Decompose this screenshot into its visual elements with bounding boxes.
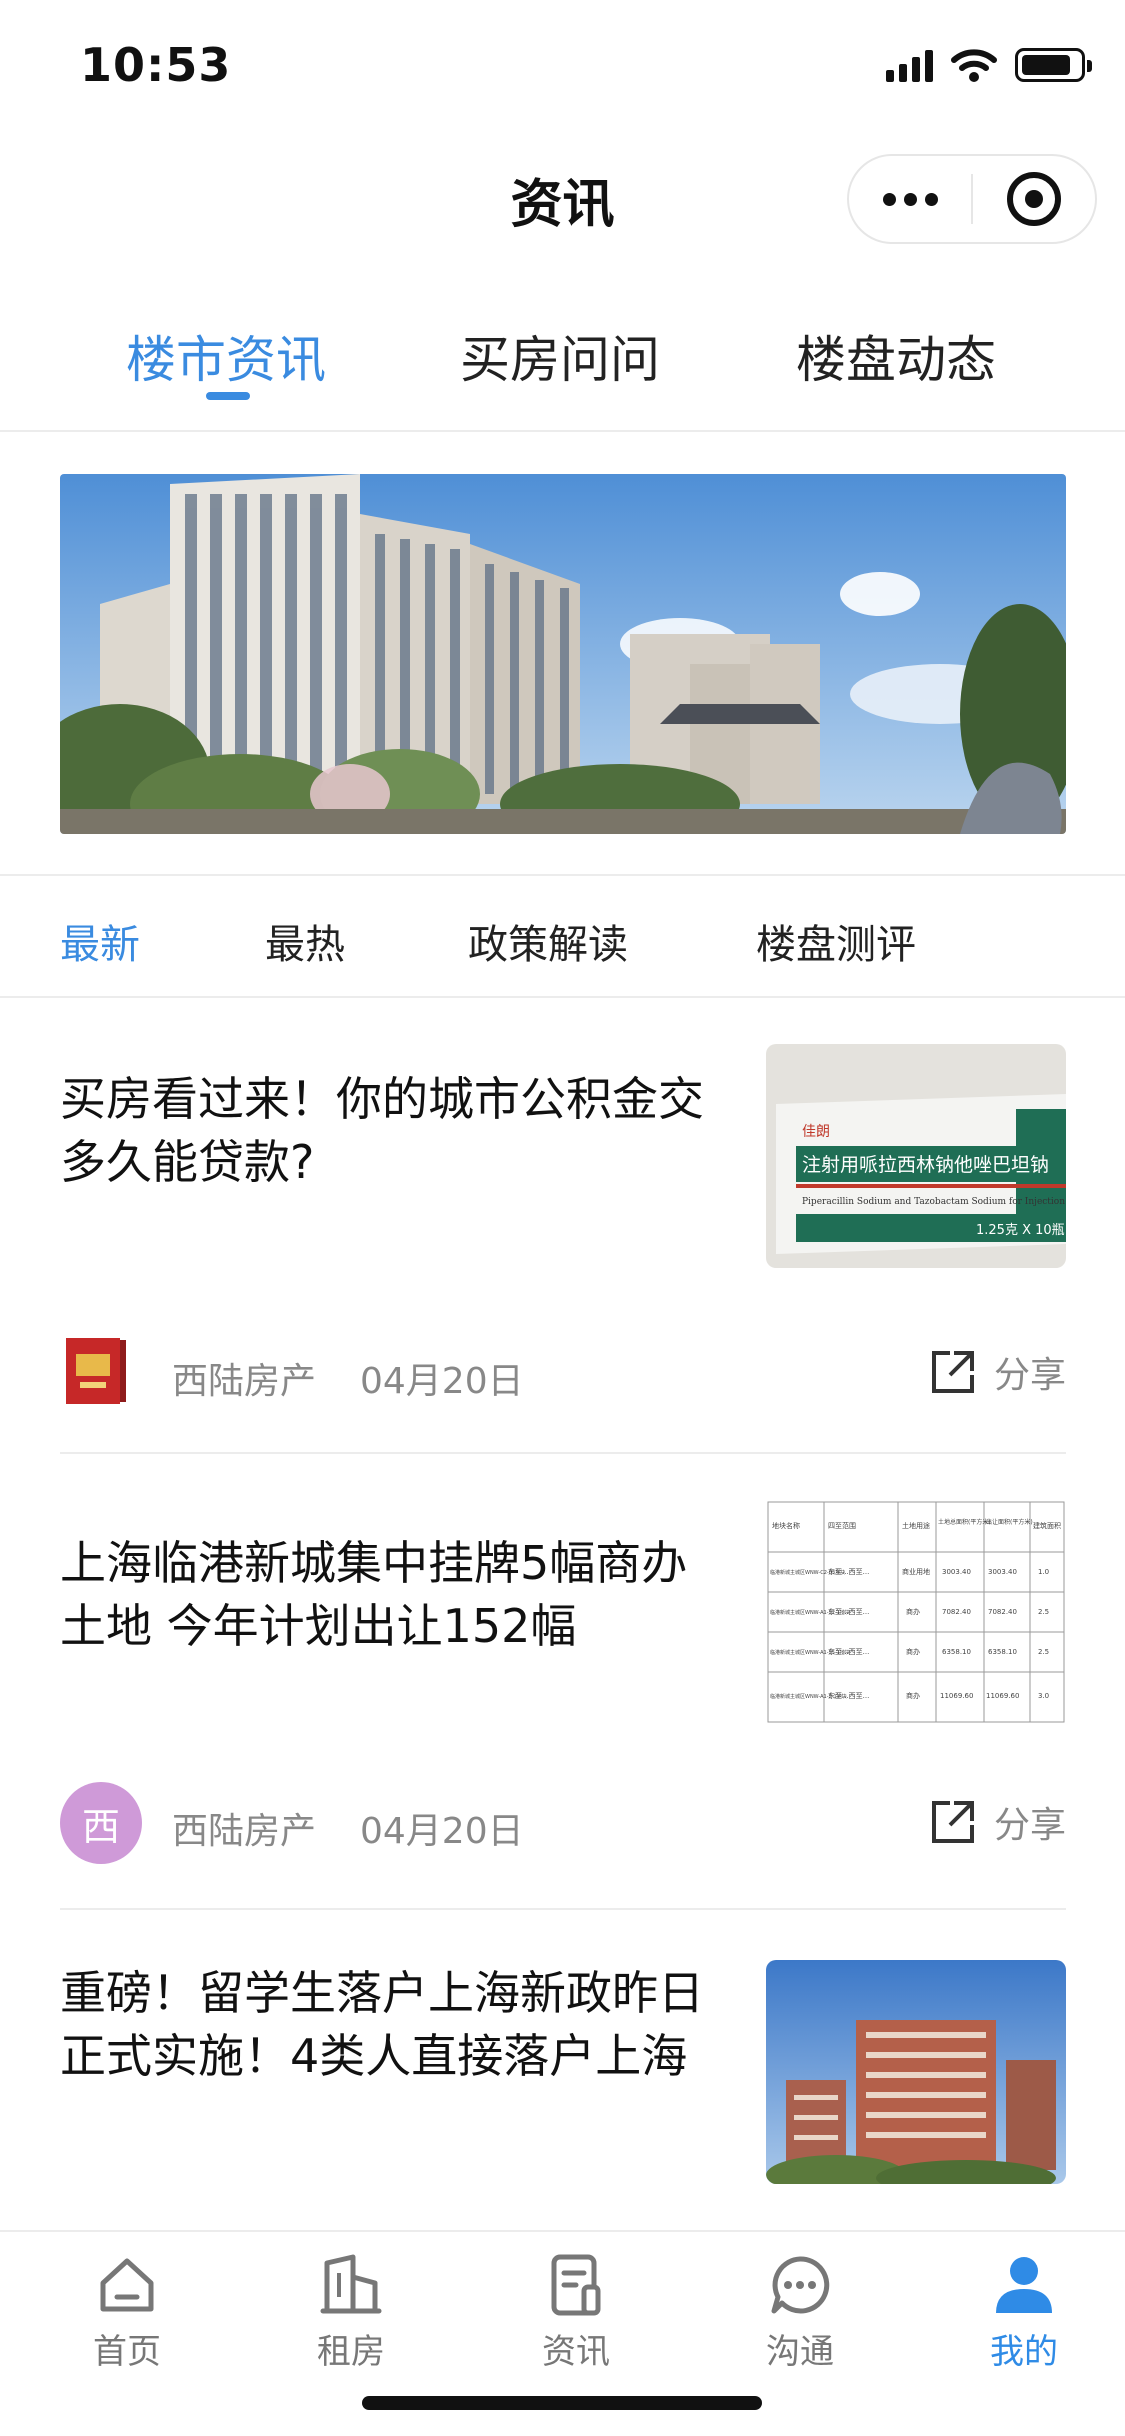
svg-text:3003.40: 3003.40: [942, 1568, 971, 1576]
svg-text:注射用哌拉西林钠他唑巴坦钠: 注射用哌拉西林钠他唑巴坦钠: [802, 1154, 1049, 1176]
tab-chat[interactable]: 沟通: [720, 2250, 880, 2373]
article-divider: [60, 1452, 1066, 1454]
tab-property-updates[interactable]: 楼盘动态: [796, 320, 996, 392]
svg-text:商办: 商办: [906, 1647, 920, 1656]
svg-text:2.5: 2.5: [1038, 1608, 1049, 1616]
battery-icon: [1015, 48, 1092, 82]
tab-home[interactable]: 首页: [47, 2250, 207, 2373]
article-thumbnail[interactable]: 地块名称 四至范围 土地用途 土地总面积(平方米) 出让面积(平方米) 建筑面积…: [766, 1500, 1066, 1724]
svg-text:四至范围: 四至范围: [828, 1521, 856, 1530]
user-icon: [996, 2257, 1052, 2313]
category-tabs: 楼市资讯 买房问问 楼盘动态: [0, 300, 1125, 432]
banner-image[interactable]: [60, 474, 1066, 834]
tab-label: 沟通: [766, 2332, 834, 2372]
svg-text:东至...西至...: 东至...西至...: [828, 1691, 869, 1700]
svg-text:商办: 商办: [906, 1607, 920, 1616]
filter-property-review[interactable]: 楼盘测评: [756, 912, 916, 970]
publish-date: 04月20日: [360, 1811, 524, 1852]
more-options-icon[interactable]: [849, 192, 971, 206]
nav-bar: 资讯: [0, 132, 1125, 262]
share-label: 分享: [993, 1805, 1066, 1846]
author-avatar: [60, 1332, 144, 1416]
residential-towers-image: [60, 474, 1066, 834]
home-indicator: [362, 2396, 762, 2410]
svg-text:2.5: 2.5: [1038, 1648, 1049, 1656]
svg-text:东至...西至...: 东至...西至...: [828, 1567, 869, 1576]
svg-text:6358.10: 6358.10: [942, 1648, 971, 1656]
tab-buying-qa[interactable]: 买房问问: [460, 320, 660, 392]
article-title[interactable]: 买房看过来！你的城市公积金交多久能贷款?: [60, 1068, 720, 1194]
svg-text:1.0: 1.0: [1038, 1568, 1049, 1576]
filter-latest[interactable]: 最新: [60, 912, 140, 970]
article-meta: 西 西陆房产 04月20日 分享: [60, 1782, 1066, 1866]
home-icon: [100, 2258, 154, 2312]
tab-label: 资讯: [542, 2332, 610, 2372]
svg-text:商业用地: 商业用地: [902, 1567, 930, 1576]
filter-policy[interactable]: 政策解读: [468, 912, 628, 970]
tab-mine[interactable]: 我的: [944, 2250, 1104, 2373]
mini-program-capsule: [847, 154, 1097, 244]
tab-news[interactable]: 资讯: [496, 2250, 656, 2373]
cellular-signal-icon: [886, 48, 933, 82]
tab-market-news[interactable]: 楼市资讯: [126, 320, 326, 392]
article-meta: 西陆房产 04月20日 分享: [60, 1332, 1066, 1416]
svg-text:土地总面积(平方米): 土地总面积(平方米): [938, 1518, 991, 1526]
active-tab-indicator: [206, 392, 250, 400]
svg-text:3.0: 3.0: [1038, 1692, 1049, 1700]
svg-text:6358.10: 6358.10: [988, 1648, 1017, 1656]
svg-text:东至...西至...: 东至...西至...: [828, 1607, 869, 1616]
tab-rent[interactable]: 租房: [271, 2250, 431, 2373]
tab-label: 首页: [93, 2332, 161, 2372]
svg-text:11069.60: 11069.60: [940, 1692, 973, 1700]
article-divider: [60, 1908, 1066, 1910]
avatar-initial: 西: [60, 1782, 142, 1864]
close-mini-program-icon[interactable]: [973, 172, 1095, 226]
svg-text:东至...西至...: 东至...西至...: [828, 1647, 869, 1656]
svg-text:1.25克 X 10瓶: 1.25克 X 10瓶: [976, 1223, 1065, 1238]
wifi-icon: [951, 49, 997, 82]
svg-text:土地用途: 土地用途: [902, 1521, 930, 1530]
svg-text:出让面积(平方米): 出让面积(平方米): [986, 1518, 1033, 1526]
author-name: 西陆房产: [172, 1361, 317, 1402]
share-icon: [931, 1801, 974, 1843]
svg-text:佳朗: 佳朗: [802, 1124, 830, 1140]
news-icon: [551, 2254, 601, 2316]
publish-date: 04月20日: [360, 1361, 524, 1402]
share-button[interactable]: 分享: [928, 1346, 1066, 1398]
status-time: 10:53: [80, 38, 232, 92]
author-avatar: 西: [60, 1782, 144, 1866]
apartment-building-image: [766, 1960, 1066, 2184]
book-avatar-image: [66, 1338, 126, 1404]
svg-text:商办: 商办: [906, 1691, 920, 1700]
status-icons: [886, 48, 1092, 82]
tab-label: 租房: [317, 2332, 385, 2372]
building-icon: [320, 2254, 382, 2314]
filter-hottest[interactable]: 最热: [265, 912, 345, 970]
svg-text:建筑面积: 建筑面积: [1033, 1521, 1061, 1530]
author-name: 西陆房产: [172, 1811, 317, 1852]
article-title[interactable]: 上海临港新城集中挂牌5幅商办土地 今年计划出让152幅: [60, 1532, 720, 1658]
article-title[interactable]: 重磅！留学生落户上海新政昨日正式实施！4类人直接落户上海: [60, 1962, 720, 2088]
svg-text:7082.40: 7082.40: [942, 1608, 971, 1616]
share-icon: [931, 1351, 974, 1393]
share-label: 分享: [993, 1355, 1066, 1396]
svg-text:11069.60: 11069.60: [986, 1692, 1019, 1700]
svg-text:7082.40: 7082.40: [988, 1608, 1017, 1616]
land-table-image: 地块名称 四至范围 土地用途 土地总面积(平方米) 出让面积(平方米) 建筑面积…: [766, 1500, 1066, 1724]
share-button[interactable]: 分享: [928, 1796, 1066, 1848]
article-thumbnail[interactable]: [766, 1960, 1066, 2184]
filter-tabs: 最新 最热 政策解读 楼盘测评: [0, 876, 1125, 998]
tab-label: 我的: [990, 2332, 1058, 2372]
status-bar: 10:53: [0, 0, 1125, 132]
article-thumbnail[interactable]: 佳朗 注射用哌拉西林钠他唑巴坦钠 Piperacillin Sodium and…: [766, 1044, 1066, 1268]
chat-icon: [771, 2256, 830, 2314]
svg-text:3003.40: 3003.40: [988, 1568, 1017, 1576]
medicine-box-image: 佳朗 注射用哌拉西林钠他唑巴坦钠 Piperacillin Sodium and…: [766, 1044, 1066, 1268]
svg-text:地块名称: 地块名称: [772, 1521, 800, 1530]
svg-text:Piperacillin Sodium and Tazoba: Piperacillin Sodium and Tazobactam Sodiu…: [802, 1197, 1065, 1207]
